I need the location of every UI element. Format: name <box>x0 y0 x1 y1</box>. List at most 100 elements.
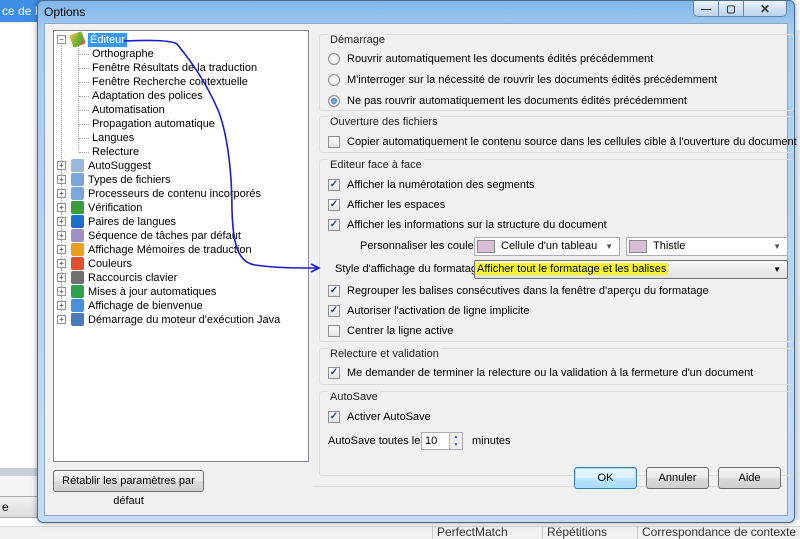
expand-icon[interactable]: + <box>57 175 66 184</box>
option-label: Afficher les espaces <box>347 199 446 211</box>
expand-icon[interactable]: + <box>57 161 66 170</box>
checkbox-structure-info[interactable]: ✓ Afficher les informations sur la struct… <box>328 218 607 232</box>
java-icon <box>71 313 84 326</box>
maximize-button[interactable]: ▢ <box>719 1 744 16</box>
autosave-interval-unit: minutes <box>472 435 511 447</box>
translation-memory-icon <box>71 243 84 256</box>
checkbox-enable-autosave[interactable]: ✓ Activer AutoSave <box>328 410 431 424</box>
colors-icon <box>71 257 84 270</box>
reset-defaults-button[interactable]: Rétablir les paramètres par défaut <box>53 470 204 507</box>
spin-down-icon[interactable]: ▼ <box>450 441 462 449</box>
ok-button[interactable]: OK <box>574 467 637 489</box>
color-value-combo[interactable]: Thistle ▼ <box>626 237 788 256</box>
checkbox-checked[interactable]: ✓ <box>328 219 340 231</box>
tree-item-label: Éditeur <box>88 33 127 47</box>
help-button[interactable]: Aide <box>718 467 781 489</box>
tree-item-label: Affichage Mémoires de traduction <box>88 244 252 256</box>
checkbox-implicit-activation[interactable]: ✓ Autoriser l'activation de ligne implici… <box>328 304 529 318</box>
tree-item-label: Affichage de bienvenue <box>88 300 203 312</box>
tree-item-label: Langues <box>92 132 135 144</box>
checkbox-checked[interactable]: ✓ <box>328 367 340 379</box>
checkbox-checked[interactable]: ✓ <box>328 285 340 297</box>
option-label: Afficher la numérotation des segments <box>347 179 535 191</box>
pencil-icon <box>69 31 86 48</box>
checkbox-copy-source[interactable]: Copier automatiquement le contenu source… <box>328 135 797 149</box>
tree-item-label: Séquence de tâches par défaut <box>88 230 241 242</box>
checkbox-checked[interactable]: ✓ <box>328 199 340 211</box>
welcome-icon <box>71 299 84 312</box>
checkbox-ask-finish-review[interactable]: ✓ Me demander de terminer la relecture ou… <box>328 366 753 380</box>
group-relecture-validation: Relecture et validation ✓ Me demander de … <box>319 348 794 385</box>
checkbox[interactable] <box>328 325 340 337</box>
tree-line <box>79 152 89 153</box>
checkbox-group-tags[interactable]: ✓ Regrouper les balises consécutives dans… <box>328 284 709 298</box>
radio-no-reopen[interactable]: Ne pas rouvrir automatiquement les docum… <box>328 94 687 108</box>
file-types-icon <box>71 173 84 186</box>
dropdown-arrow-icon: ▼ <box>605 242 613 251</box>
expand-icon[interactable]: + <box>57 259 66 268</box>
dialog-title: Options <box>44 5 86 19</box>
gear-icon <box>71 229 84 242</box>
tree-item-label: Vérification <box>88 202 143 214</box>
options-dialog: Options — ▢ ✕ − Éditeur Orthographe Fenêt… <box>37 0 797 523</box>
group-title: Ouverture des fichiers <box>328 116 440 128</box>
autosave-interval-label: AutoSave toutes les <box>328 435 426 447</box>
radio-button[interactable] <box>328 53 340 65</box>
tree-item-label: Types de fichiers <box>88 174 171 186</box>
option-label: Centrer la ligne active <box>347 325 454 337</box>
dropdown-arrow-icon: ▼ <box>773 242 781 251</box>
checkbox-checked[interactable]: ✓ <box>328 179 340 191</box>
group-title: Editeur face à face <box>328 159 424 171</box>
spin-up-icon[interactable]: ▲ <box>450 433 462 441</box>
dropdown-arrow-icon: ▼ <box>773 265 781 274</box>
dialog-titlebar[interactable]: Options — ▢ ✕ <box>38 1 794 23</box>
footer-divider <box>313 486 783 487</box>
radio-button[interactable] <box>328 74 340 86</box>
expand-icon[interactable]: + <box>57 217 66 226</box>
radio-reopen-auto[interactable]: Rouvrir automatiquement les documents éd… <box>328 52 653 66</box>
option-label: Me demander de terminer la relecture ou … <box>347 367 754 379</box>
checkbox-checked[interactable]: ✓ <box>328 305 340 317</box>
checkbox[interactable] <box>328 136 340 148</box>
checkbox-segment-numbering[interactable]: ✓ Afficher la numérotation des segments <box>328 178 535 192</box>
tree-item-label: Fenêtre Résultats de la traduction <box>92 62 258 74</box>
minimize-button[interactable]: — <box>694 1 719 16</box>
spin-buttons[interactable]: ▲ ▼ <box>449 433 462 449</box>
checkbox-show-spaces[interactable]: ✓ Afficher les espaces <box>328 198 445 212</box>
color-swatch <box>477 239 495 253</box>
window-controls: — ▢ ✕ <box>693 1 787 17</box>
background-tab[interactable]: e <box>0 496 40 518</box>
checkbox-center-active-line[interactable]: Centrer la ligne active <box>328 324 453 338</box>
close-button[interactable]: ✕ <box>744 1 786 16</box>
group-demarrage: Démarrage Rouvrir automatiquement les do… <box>319 34 794 111</box>
options-tree[interactable]: − Éditeur Orthographe Fenêtre Résultats d… <box>53 30 309 462</box>
group-title: AutoSave <box>328 391 380 403</box>
color-swatch <box>629 239 647 253</box>
radio-ask-reopen[interactable]: M'interroger sur la nécessité de rouvrir… <box>328 73 717 87</box>
expand-icon[interactable]: + <box>57 245 66 254</box>
expand-icon[interactable]: + <box>57 315 66 324</box>
cancel-button[interactable]: Annuler <box>646 467 709 489</box>
tree-item-label: Processeurs de contenu incorporés <box>88 188 262 200</box>
expand-icon[interactable]: + <box>57 287 66 296</box>
tree-item-label: Paires de langues <box>88 216 177 228</box>
expand-icon[interactable]: + <box>57 301 66 310</box>
autosave-interval-input[interactable]: 10 ▲ ▼ <box>421 432 463 450</box>
expand-icon[interactable]: + <box>57 231 66 240</box>
minimize-icon: — <box>701 3 711 15</box>
checkbox-checked[interactable]: ✓ <box>328 411 340 423</box>
expand-icon[interactable]: + <box>57 189 66 198</box>
verification-icon <box>71 201 84 214</box>
expand-icon[interactable]: + <box>57 273 66 282</box>
tree-item-label: Couleurs <box>88 258 133 270</box>
group-title: Relecture et validation <box>328 348 441 360</box>
option-label: M'interroger sur la nécessité de rouvrir… <box>347 74 718 86</box>
collapse-icon[interactable]: − <box>57 35 66 44</box>
option-label: Autoriser l'activation de ligne implicit… <box>347 305 530 317</box>
color-element-combo[interactable]: Cellule d'un tableau ▼ <box>474 237 620 256</box>
format-style-combo[interactable]: Afficher tout le formatage et les balise… <box>474 260 788 279</box>
expand-icon[interactable]: + <box>57 203 66 212</box>
radio-button-selected[interactable] <box>328 95 340 107</box>
maximize-icon: ▢ <box>726 3 736 15</box>
footer-column-perfectmatch: PerfectMatch <box>432 526 542 539</box>
